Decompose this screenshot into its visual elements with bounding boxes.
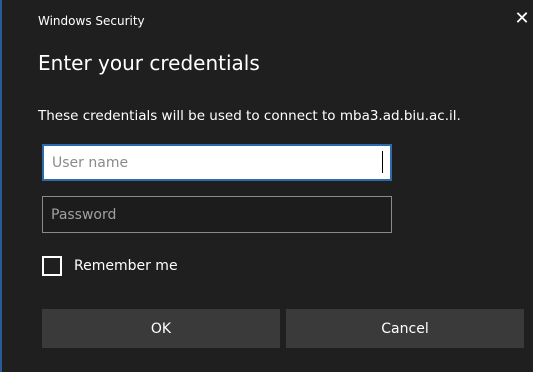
- window-title: Windows Security: [38, 14, 145, 28]
- ok-button[interactable]: OK: [42, 309, 280, 348]
- dialog-description: These credentials will be used to connec…: [38, 108, 461, 124]
- dialog-heading: Enter your credentials: [38, 51, 260, 75]
- credentials-dialog: Windows Security ✕ Enter your credential…: [0, 0, 533, 372]
- text-cursor: [382, 151, 383, 173]
- close-icon[interactable]: ✕: [512, 9, 532, 29]
- remember-me-checkbox[interactable]: [42, 256, 62, 276]
- remember-me-label: Remember me: [74, 258, 178, 274]
- username-input[interactable]: [42, 144, 392, 181]
- password-input[interactable]: [42, 196, 392, 233]
- cancel-button[interactable]: Cancel: [286, 309, 524, 348]
- remember-me-checkbox-row[interactable]: Remember me: [42, 256, 178, 276]
